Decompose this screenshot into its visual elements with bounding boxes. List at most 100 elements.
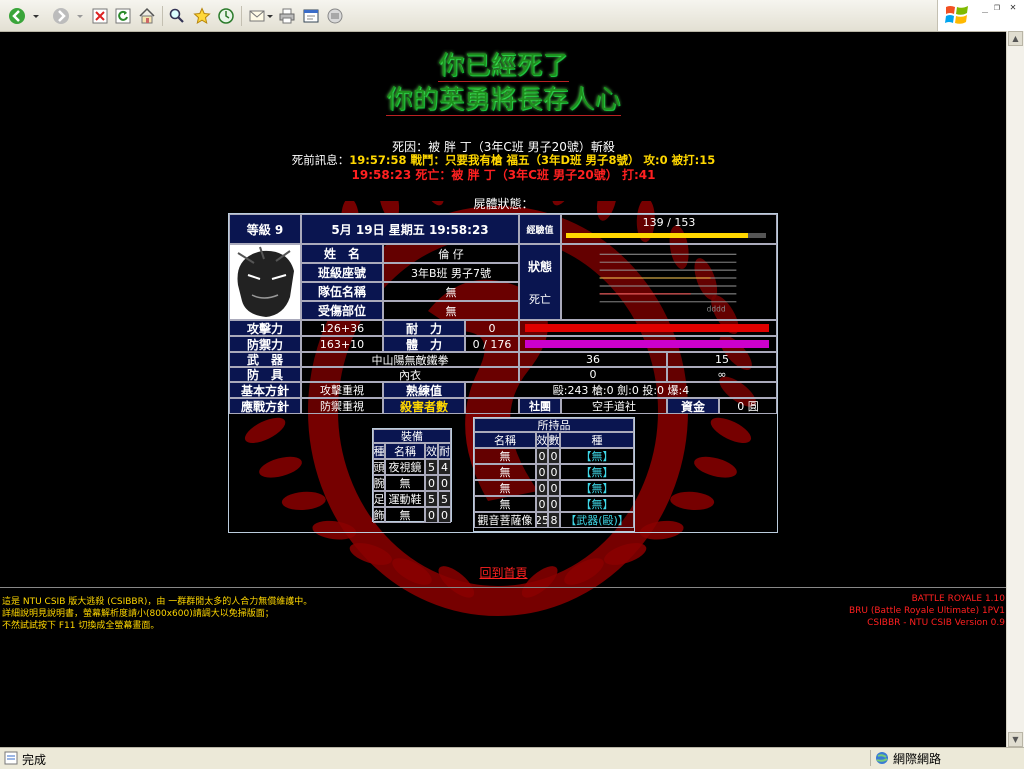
sp-value: 0 / 176 — [465, 336, 519, 352]
body-state-label: 屍體狀態： — [473, 197, 534, 211]
armor-label: 防 具 — [229, 367, 301, 382]
class-label: 班級座號 — [301, 263, 383, 282]
inventory-cell: 觀音菩薩像 — [474, 512, 536, 528]
equipment-cell: 無 — [385, 475, 425, 491]
weapon-durability: 15 — [667, 352, 777, 367]
inventory-header-cell: 數 — [548, 432, 560, 448]
inventory-cell: 0 — [536, 496, 548, 512]
inventory-table: 所持品 名稱效數種無00【無】無00【無】無00【無】無00【無】觀音菩薩像25… — [473, 417, 635, 532]
footer-divider — [0, 587, 1007, 588]
equipment-cell: 飾 — [373, 507, 385, 523]
equipment-cell: 0 — [425, 507, 438, 523]
internet-globe-icon — [876, 752, 888, 764]
exp-cell: 139 / 153 — [561, 214, 777, 244]
death-headline: 你已經死了 — [438, 51, 569, 82]
death-subheadline: 你的英勇將長存人心 — [386, 85, 621, 116]
hp-label: 耐 力 — [383, 320, 465, 336]
inventory-cell: 0 — [536, 464, 548, 480]
zone-label: 網際網路 — [893, 751, 942, 766]
battle-policy-value: 防禦重視 — [301, 398, 383, 414]
history-icon[interactable] — [215, 5, 237, 27]
hp-value: 0 — [465, 320, 519, 336]
last-message-prefix: 死前訊息： — [291, 153, 350, 167]
avatar — [229, 244, 301, 320]
hp-bar — [525, 324, 769, 332]
policy-label: 基本方針 — [229, 382, 301, 398]
restore-icon[interactable]: ❐ — [994, 2, 1000, 13]
home-icon[interactable] — [136, 5, 158, 27]
status-lines-graphic: dddd — [599, 253, 737, 314]
last-message-battle: 19:57:58 戰鬥：只要我有槍 福五（3年D班 男子8號） 攻:0 被打:1… — [349, 153, 716, 167]
weapon-name: 中山陽無敵鐵拳 — [301, 352, 519, 367]
injury-value: 無 — [383, 301, 519, 320]
back-icon[interactable] — [6, 5, 28, 27]
name-value: 倫 仔 — [383, 244, 519, 263]
forward-icon[interactable] — [50, 5, 72, 27]
injury-label: 受傷部位 — [301, 301, 383, 320]
club-value: 空手道社 — [561, 398, 667, 414]
inventory-cell: 0 — [536, 448, 548, 464]
svg-text:dddd: dddd — [707, 305, 726, 314]
inventory-cell: 【無】 — [560, 480, 634, 496]
minimize-icon[interactable]: _ — [982, 2, 988, 13]
money-label: 資金 — [667, 398, 719, 414]
close-icon[interactable]: ✕ — [1010, 2, 1016, 13]
stop-icon[interactable] — [89, 5, 111, 27]
class-value: 3年B班 男子7號 — [383, 263, 519, 282]
home-link[interactable]: 回到首頁 — [0, 564, 1007, 581]
equipment-cell: 0 — [438, 507, 451, 523]
weapon-atk: 36 — [519, 352, 667, 367]
inventory-cell: 0 — [548, 496, 560, 512]
inventory-header-cell: 種 — [560, 432, 634, 448]
battle-policy-label: 應戰方針 — [229, 398, 301, 414]
state-cell: 狀態 死亡 — [519, 244, 561, 320]
skill-value: 毆:243 槍:0 劍:0 投:0 爆:4 — [465, 382, 777, 398]
equipment-header-cell: 名稱 — [385, 443, 425, 459]
equipment-header-cell: 種 — [373, 443, 385, 459]
club-label: 社團 — [519, 398, 561, 414]
messenger-icon[interactable] — [324, 5, 346, 27]
inventory-title: 所持品 — [474, 418, 634, 432]
scroll-down-icon[interactable]: ▼ — [1008, 732, 1023, 747]
weapon-label: 武 器 — [229, 352, 301, 367]
vertical-scrollbar[interactable]: ▲ ▼ — [1006, 31, 1024, 747]
print-icon[interactable] — [276, 5, 298, 27]
armor-durability: ∞ — [667, 367, 777, 382]
kills-value — [465, 398, 519, 414]
datetime-cell: 5月 19日 星期五 19:58:23 — [301, 214, 519, 244]
status-table: 等級 9 5月 19日 星期五 19:58:23 經驗值 139 / 153 姓… — [228, 213, 778, 533]
state-graph: dddd — [561, 244, 777, 320]
browser-toolbar: _ ❐ ✕ — [0, 0, 1024, 32]
inventory-cell: 無 — [474, 448, 536, 464]
mail-dropdown-icon[interactable] — [266, 5, 274, 27]
equipment-cell: 運動鞋 — [385, 491, 425, 507]
footer-version-3: CSIBBR - NTU CSIB Version 0.9 — [867, 618, 1005, 628]
refresh-icon[interactable] — [112, 5, 134, 27]
def-value: 163+10 — [301, 336, 383, 352]
back-dropdown-icon[interactable] — [32, 5, 40, 27]
equipment-cell: 腕 — [373, 475, 385, 491]
footer-version-2: BRU (Battle Royale Ultimate) 1PV1 — [848, 606, 1005, 616]
character-portrait-icon — [230, 245, 300, 319]
toolbar-divider — [162, 6, 163, 26]
state-value: 死亡 — [529, 292, 551, 306]
equipment-table: 裝備 種名稱效耐頭夜視鏡 5 4 腕無 0 0 足運動鞋 5 5 飾無 0 0 — [372, 428, 452, 523]
equipment-cell: 無 — [385, 507, 425, 523]
mail-icon[interactable] — [246, 5, 268, 27]
inventory-cell: 0 — [548, 480, 560, 496]
edit-icon[interactable] — [300, 5, 322, 27]
favorites-star-icon[interactable] — [191, 5, 213, 27]
browser-statusbar: 完成 網際網路 — [0, 747, 1024, 769]
equipment-cell: 5 — [425, 491, 438, 507]
exp-label: 經驗值 — [519, 214, 561, 244]
forward-dropdown-icon[interactable] — [76, 5, 84, 27]
inventory-cell: 0 — [548, 464, 560, 480]
exp-value: 139 / 153 — [642, 216, 696, 229]
toolbar-divider — [241, 6, 242, 26]
atk-label: 攻擊力 — [229, 320, 301, 336]
search-icon[interactable] — [166, 5, 188, 27]
inventory-cell: 【武器(毆)】 — [560, 512, 634, 528]
scroll-up-icon[interactable]: ▲ — [1008, 31, 1023, 46]
equipment-cell: 5 — [425, 459, 438, 475]
team-value: 無 — [383, 282, 519, 301]
